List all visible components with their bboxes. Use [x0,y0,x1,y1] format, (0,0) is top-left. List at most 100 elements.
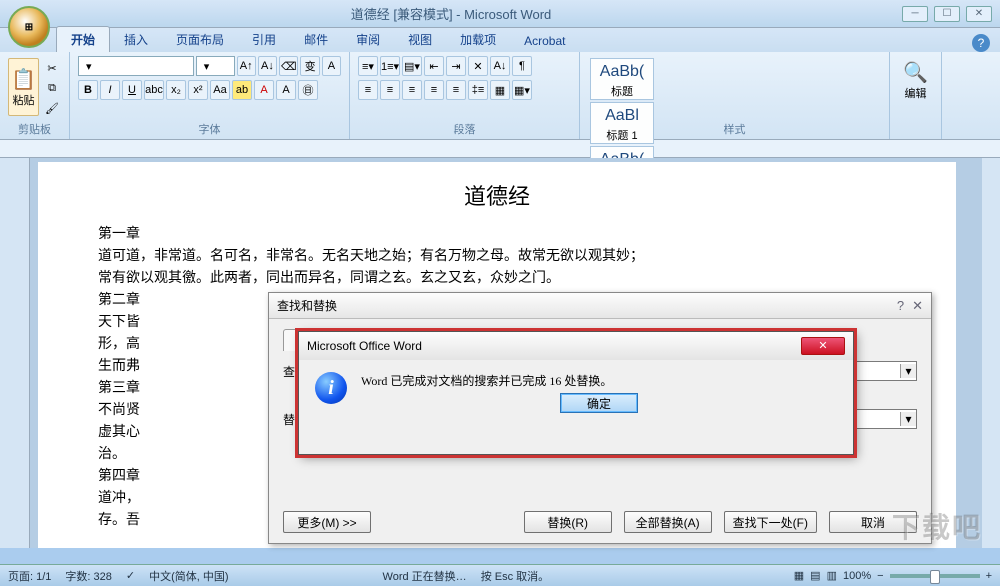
show-marks-button[interactable]: ¶ [512,56,532,76]
tab-insert[interactable]: 插入 [110,27,162,52]
format-painter-button[interactable]: 🖌 [43,102,61,118]
change-case-button[interactable]: Aa [210,80,230,100]
dialog-titlebar[interactable]: 查找和替换 ? ✕ [269,293,931,319]
justify-button[interactable]: ≡ [424,80,444,100]
strike-button[interactable]: abc [144,80,164,100]
phonetic-button[interactable]: 变 [300,56,319,76]
paste-button[interactable]: 📋 粘贴 [8,58,39,116]
numbering-button[interactable]: 1≡▾ [380,56,400,76]
paste-label: 粘贴 [13,92,35,108]
alert-message: Word 已完成对文档的搜索并已完成 16 处替换。 [361,372,837,389]
status-proof-icon[interactable]: ✓ [126,569,135,582]
borders-button[interactable]: ▦▾ [512,80,532,100]
find-next-button[interactable]: 查找下一处(F) [724,511,817,533]
window-controls: ─ ☐ ✕ [902,6,1000,22]
align-right-button[interactable]: ≡ [402,80,422,100]
tab-layout[interactable]: 页面布局 [162,27,238,52]
shading-button[interactable]: ▦ [490,80,510,100]
group-editing: 🔍 编辑 [890,52,942,139]
grow-font-button[interactable]: A↑ [237,56,256,76]
superscript-button[interactable]: x² [188,80,208,100]
indent-inc-button[interactable]: ⇥ [446,56,466,76]
vertical-ruler[interactable] [0,158,30,548]
status-words[interactable]: 字数: 328 [65,568,111,584]
clear-format-button[interactable]: ⌫ [279,56,298,76]
ribbon: 📋 粘贴 ✂ ⧉ 🖌 剪贴板 ▾ ▾ A↑ A↓ ⌫ 变 A B I U abc [0,52,1000,140]
doc-line: 常有欲以观其徼。此两者，同出而异名，同谓之玄。玄之又玄，众妙之门。 [98,266,896,288]
dialog-help-button[interactable]: ? [897,298,904,314]
font-family-combo[interactable]: ▾ [78,56,194,76]
dropdown-icon[interactable]: ▾ [900,412,916,426]
status-page[interactable]: 页面: 1/1 [8,568,51,584]
status-center: Word 正在替换… [383,568,467,584]
zoom-slider[interactable] [890,574,980,578]
sort-button[interactable]: A↓ [490,56,510,76]
tab-mail[interactable]: 邮件 [290,27,342,52]
font-size-combo[interactable]: ▾ [196,56,235,76]
style-preview: AaBb( [591,63,653,81]
doc-line: 道可道，非常道。名可名，非常名。无名天地之始；有名万物之母。故常无欲以观其妙； [98,244,896,266]
shrink-font-button[interactable]: A↓ [258,56,277,76]
find-icon[interactable]: 🔍 [898,60,933,85]
highlight-button[interactable]: ab [232,80,252,100]
multilevel-button[interactable]: ▤▾ [402,56,422,76]
dropdown-icon[interactable]: ▾ [900,364,916,378]
copy-button[interactable]: ⧉ [43,82,61,98]
zoom-in-button[interactable]: + [986,570,992,582]
distribute-button[interactable]: ≡ [446,80,466,100]
italic-button[interactable]: I [100,80,120,100]
clipboard-icon: 📋 [11,67,36,92]
ruler[interactable] [0,140,1000,158]
group-para-label: 段落 [350,121,579,137]
dialog-close-button[interactable]: ✕ [912,298,923,314]
replace-button[interactable]: 替换(R) [524,511,612,533]
minimize-button[interactable]: ─ [902,6,928,22]
view-read-icon[interactable]: ▤ [810,569,820,582]
bold-button[interactable]: B [78,80,98,100]
tab-addins[interactable]: 加载项 [446,27,510,52]
tab-home[interactable]: 开始 [56,26,110,52]
font-color-button[interactable]: A [254,80,274,100]
char-shading-button[interactable]: A [276,80,296,100]
enclose-char-button[interactable]: ㊐ [298,80,318,100]
style-name: 标题 [611,86,633,98]
group-edit-label: 编辑 [898,85,933,101]
line-spacing-button[interactable]: ‡≡ [468,80,488,100]
alert-titlebar[interactable]: Microsoft Office Word ✕ [299,332,853,360]
subscript-button[interactable]: x₂ [166,80,186,100]
style-title[interactable]: AaBb( 标题 [590,58,654,100]
help-icon[interactable]: ? [972,34,990,52]
more-button[interactable]: 更多(M) >> [283,511,371,533]
bullets-button[interactable]: ≡▾ [358,56,378,76]
ribbon-tabs: 开始 插入 页面布局 引用 邮件 审阅 视图 加载项 Acrobat ? [0,28,1000,52]
status-lang[interactable]: 中文(简体, 中国) [149,568,228,584]
watermark: 下载吧 [892,506,982,546]
zoom-out-button[interactable]: − [877,570,883,582]
group-paragraph: ≡▾ 1≡▾ ▤▾ ⇤ ⇥ ✕ A↓ ¶ ≡ ≡ ≡ ≡ ≡ ‡≡ ▦ ▦▾ 段… [350,52,580,139]
alert-ok-button[interactable]: 确定 [560,393,638,413]
tab-references[interactable]: 引用 [238,27,290,52]
underline-button[interactable]: U [122,80,142,100]
view-web-icon[interactable]: ▥ [827,569,837,582]
close-button[interactable]: ✕ [966,6,992,22]
window-title: 道德经 [兼容模式] - Microsoft Word [0,4,902,23]
indent-dec-button[interactable]: ⇤ [424,56,444,76]
vertical-scrollbar[interactable] [982,158,1000,548]
tab-review[interactable]: 审阅 [342,27,394,52]
doc-title: 道德经 [98,186,896,208]
maximize-button[interactable]: ☐ [934,6,960,22]
alert-title: Microsoft Office Word [307,339,422,353]
tab-acrobat[interactable]: Acrobat [510,30,579,52]
char-border-button[interactable]: A [322,56,341,76]
align-center-button[interactable]: ≡ [380,80,400,100]
view-print-icon[interactable]: ▦ [794,569,804,582]
alert-close-button[interactable]: ✕ [801,337,845,355]
align-left-button[interactable]: ≡ [358,80,378,100]
cut-button[interactable]: ✂ [43,62,61,78]
group-styles-label: 样式 [580,121,889,137]
asian-layout-button[interactable]: ✕ [468,56,488,76]
replace-all-button[interactable]: 全部替换(A) [624,511,712,533]
zoom-value[interactable]: 100% [843,570,871,582]
office-button[interactable]: ⊞ [8,6,50,48]
tab-view[interactable]: 视图 [394,27,446,52]
